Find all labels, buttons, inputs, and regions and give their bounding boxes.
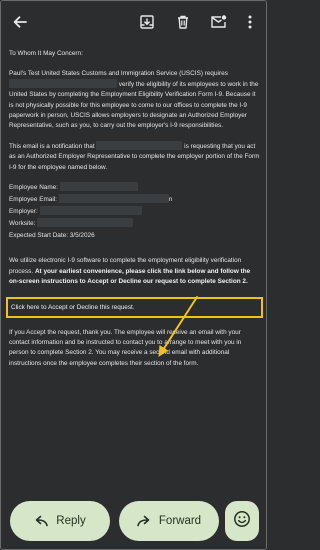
archive-icon[interactable]: [136, 11, 158, 33]
employee-details: Employee Name: Employee Email: n Employe…: [9, 182, 260, 242]
forward-icon: [137, 515, 151, 527]
worksite-label: Worksite:: [9, 220, 36, 228]
notification-paragraph: This email is a notification that is req…: [9, 141, 260, 173]
forward-label: Forward: [158, 515, 202, 527]
employee-email-label: Employee Email:: [9, 196, 57, 204]
accept-info-paragraph: If you Accept the request, thank you. Th…: [9, 328, 242, 367]
accept-decline-link[interactable]: Click here to Accept or Decline this req…: [6, 296, 263, 318]
arrow-left-icon[interactable]: [9, 11, 31, 33]
greeting: To Whom It May Concern:: [9, 50, 83, 57]
redacted-block: [37, 218, 134, 228]
start-date-row: Expected Start Date: 3/5/2026: [9, 232, 95, 240]
trash-icon[interactable]: [172, 11, 194, 33]
email-body: To Whom It May Concern: Paul's Test Unit…: [1, 43, 266, 491]
reply-icon: [34, 515, 49, 527]
emoji-reaction-button[interactable]: [225, 501, 259, 541]
mail-unread-icon[interactable]: [207, 11, 229, 33]
employer-row: Employer:: [9, 206, 260, 218]
redacted-block: [39, 206, 142, 216]
employee-email-tail: n: [168, 196, 173, 204]
redacted-block: [96, 141, 183, 151]
more-vertical-icon[interactable]: [239, 11, 261, 33]
intro-text-c: the United States by completing the Empl…: [9, 81, 259, 130]
emoji-reaction-icon: [233, 510, 251, 533]
forward-button[interactable]: Forward: [119, 501, 219, 541]
instructions-bold-text: At your earliest convenience, please cli…: [9, 267, 251, 286]
intro-text-b: verify the eligibility of its employees …: [118, 81, 248, 89]
intro-text-a: Paul's Test United States Customs and Im…: [9, 69, 228, 77]
action-bar: Reply Forward: [1, 491, 266, 549]
intro-paragraph: Paul's Test United States Customs and Im…: [9, 69, 260, 132]
redacted-block: [9, 79, 117, 89]
reply-label: Reply: [56, 515, 86, 527]
redacted-block: [59, 182, 138, 192]
instructions-paragraph: We utilize electronic I-9 software to co…: [9, 256, 260, 287]
employer-label: Employer:: [9, 208, 38, 216]
employee-name-row: Employee Name:: [9, 182, 260, 194]
employee-name-label: Employee Name:: [9, 184, 59, 192]
top-app-bar: [1, 1, 266, 43]
notification-text-a: This email is a notification that: [9, 143, 95, 151]
email-screen: To Whom It May Concern: Paul's Test Unit…: [0, 0, 267, 550]
redacted-block: [58, 194, 169, 204]
worksite-row: Worksite:: [9, 218, 260, 230]
employee-email-row: Employee Email: n: [9, 194, 260, 206]
reply-button[interactable]: Reply: [10, 501, 110, 541]
